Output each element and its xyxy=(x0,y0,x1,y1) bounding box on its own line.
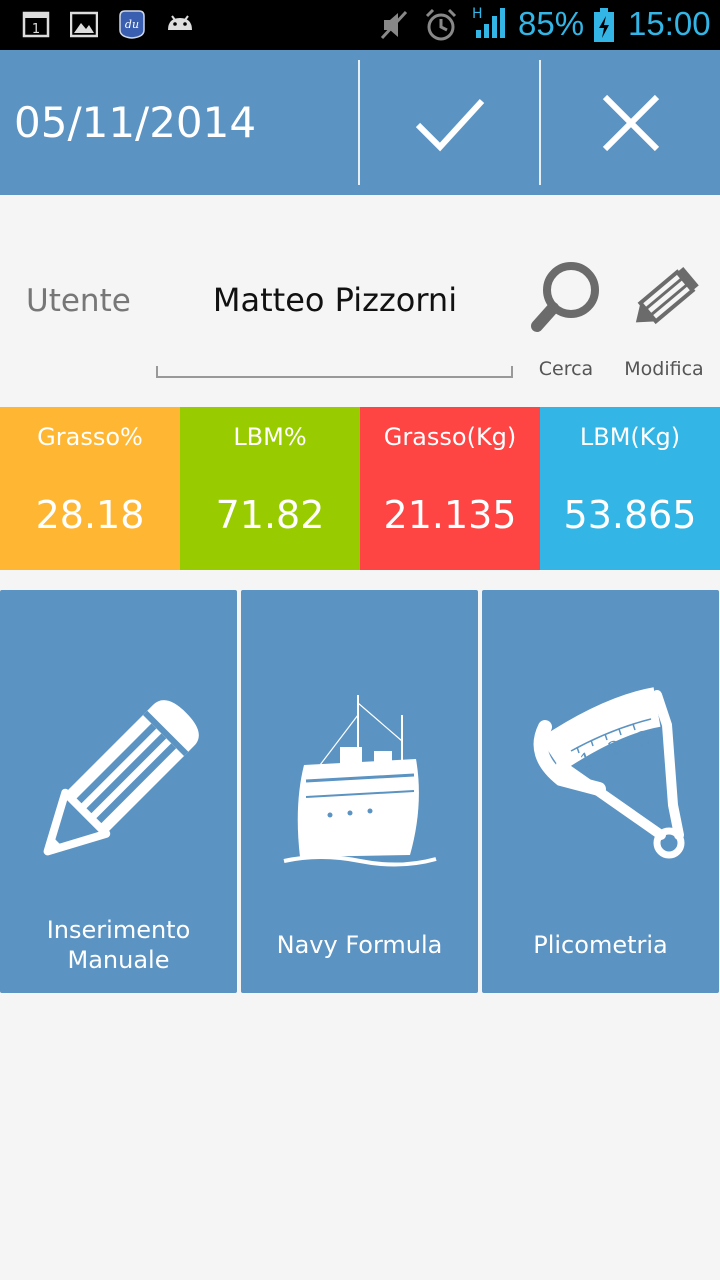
stat-fat-percent: Grasso% 28.18 xyxy=(0,407,180,570)
search-icon xyxy=(531,262,599,332)
manual-entry-tile[interactable]: Inserimento Manuale xyxy=(0,590,237,993)
check-icon xyxy=(415,98,485,151)
pencil-icon xyxy=(635,266,699,325)
cancel-button[interactable] xyxy=(542,50,720,195)
svg-text:1: 1 xyxy=(32,22,40,37)
caliper-icon: 1 2 3 xyxy=(482,670,719,890)
signal-icon: H xyxy=(470,4,510,46)
scale-mark-3: 3 xyxy=(634,725,653,751)
user-field-underline xyxy=(156,366,513,378)
plicometry-label: Plicometria xyxy=(533,931,668,959)
stat-value: 21.135 xyxy=(383,493,517,537)
edit-label: Modifica xyxy=(624,358,704,380)
action-bar: 05/11/2014 xyxy=(0,50,720,195)
battery-percent: 85% xyxy=(518,5,585,42)
notification-1-icon: 1 xyxy=(22,10,50,42)
stat-value: 71.82 xyxy=(215,493,325,537)
stat-fat-kg: Grasso(Kg) 21.135 xyxy=(360,407,540,570)
status-bar: 1 du H 85% 15:00 xyxy=(0,0,720,50)
divider xyxy=(539,60,541,185)
close-icon xyxy=(602,94,660,151)
clock: 15:00 xyxy=(628,5,711,42)
android-icon xyxy=(164,10,196,42)
divider xyxy=(358,60,360,185)
stat-lbm-kg: LBM(Kg) 53.865 xyxy=(540,407,720,570)
navy-formula-label: Navy Formula xyxy=(276,931,443,959)
gallery-icon xyxy=(69,10,99,42)
edit-button[interactable] xyxy=(620,258,710,342)
date-title[interactable]: 05/11/2014 xyxy=(14,98,256,147)
network-type-label: H xyxy=(472,6,483,22)
plicometry-tile[interactable]: 1 2 3 Plicometria xyxy=(482,590,719,993)
ship-icon xyxy=(241,670,478,890)
user-label: Utente xyxy=(26,283,131,319)
alarm-icon xyxy=(424,7,458,47)
stat-lbm-percent: LBM% 71.82 xyxy=(180,407,360,570)
scale-mark-2: 2 xyxy=(605,735,625,762)
stat-label: LBM(Kg) xyxy=(579,423,681,451)
svg-text:du: du xyxy=(125,18,139,31)
pencil-icon xyxy=(0,670,237,890)
mute-icon xyxy=(378,8,410,46)
du-app-icon: du xyxy=(116,8,148,44)
stat-label: Grasso(Kg) xyxy=(383,423,517,451)
search-button[interactable] xyxy=(522,258,612,342)
navy-formula-tile[interactable]: Navy Formula xyxy=(241,590,478,993)
stat-value: 53.865 xyxy=(563,493,697,537)
search-label: Cerca xyxy=(538,358,594,380)
user-name-field[interactable]: Matteo Pizzorni xyxy=(158,281,512,319)
tile-label-line2: Manuale xyxy=(67,946,170,974)
tile-label-line1: Inserimento xyxy=(46,916,191,944)
stat-label: LBM% xyxy=(233,423,307,451)
battery-charging-icon xyxy=(592,7,616,47)
stat-label: Grasso% xyxy=(37,423,143,451)
confirm-button[interactable] xyxy=(361,50,539,195)
manual-entry-label: Inserimento Manuale xyxy=(0,915,237,975)
stat-value: 28.18 xyxy=(35,493,145,537)
